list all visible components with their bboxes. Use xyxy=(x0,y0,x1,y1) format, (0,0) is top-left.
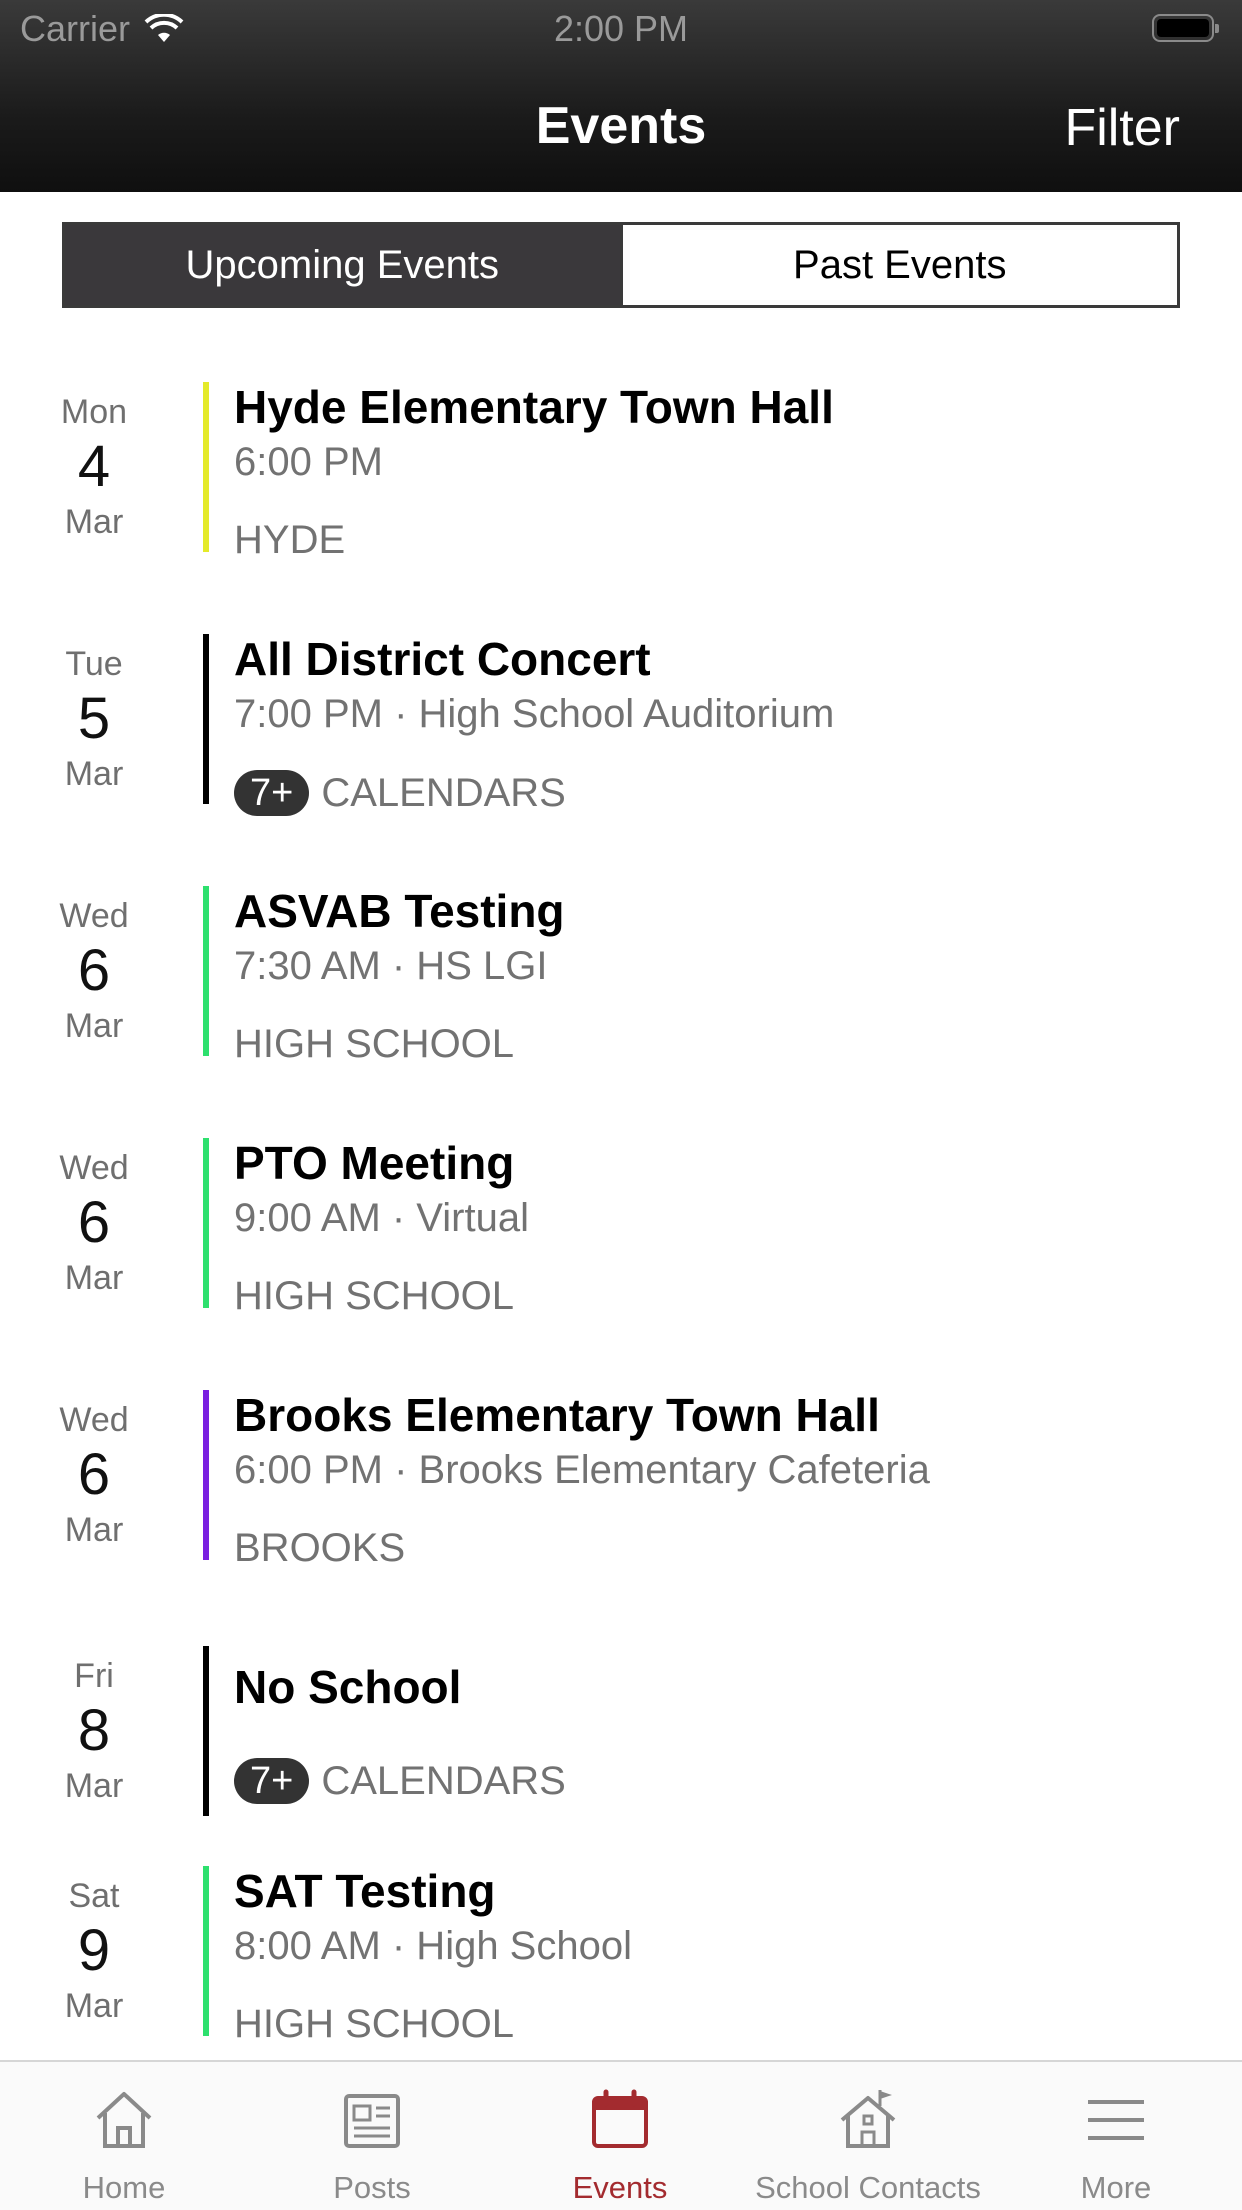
event-date: Tue 5 Mar xyxy=(40,642,148,796)
tab-more[interactable]: More xyxy=(992,2062,1240,2210)
event-month: Mar xyxy=(64,755,124,793)
event-date: Sat 9 Mar xyxy=(40,1874,148,2028)
event-row[interactable]: Fri 8 Mar No School 7+ CALENDARS xyxy=(0,1646,1242,1824)
event-weekday: Tue xyxy=(65,645,123,683)
event-title: All District Concert xyxy=(234,633,651,685)
calendar-color-bar xyxy=(203,382,209,552)
event-date: Mon 4 Mar xyxy=(40,390,148,544)
event-date: Wed 6 Mar xyxy=(40,1146,148,1300)
calendar-color-bar xyxy=(203,1866,209,2036)
home-icon xyxy=(96,2092,152,2148)
calendar-color-bar xyxy=(203,1138,209,1308)
tab-label: More xyxy=(1080,2170,1152,2205)
event-row[interactable]: Wed 6 Mar ASVAB Testing 7:30 AM · HS LGI… xyxy=(0,885,1242,1067)
menu-icon xyxy=(1088,2100,1144,2140)
calendar-icon xyxy=(592,2089,648,2148)
event-month: Mar xyxy=(64,1259,124,1297)
calendar-label: HYDE xyxy=(234,518,346,562)
event-title: ASVAB Testing xyxy=(234,885,565,937)
event-calendar: HYDE xyxy=(234,518,345,563)
event-day: 6 xyxy=(77,1442,111,1507)
event-row[interactable]: Mon 4 Mar Hyde Elementary Town Hall 6:00… xyxy=(0,381,1242,563)
event-row[interactable]: Tue 5 Mar All District Concert 7:00 PM ·… xyxy=(0,633,1242,816)
event-time: 6:00 PM · Brooks Elementary Cafeteria xyxy=(234,1448,930,1492)
calendar-count-badge: 7+ xyxy=(234,770,310,816)
event-weekday: Mon xyxy=(60,393,128,431)
calendar-color-bar xyxy=(203,634,209,804)
tab-posts[interactable]: Posts xyxy=(248,2062,496,2210)
tab-label: School Contacts xyxy=(755,2170,981,2205)
event-day: 9 xyxy=(77,1918,111,1983)
event-month: Mar xyxy=(64,1007,124,1045)
calendar-color-bar xyxy=(203,886,209,1056)
battery-icon xyxy=(1152,14,1219,42)
event-time: 6:00 PM xyxy=(234,440,383,484)
event-date: Wed 6 Mar xyxy=(40,894,148,1048)
event-calendar: HIGH SCHOOL xyxy=(234,1274,514,1319)
school-icon xyxy=(840,2090,896,2148)
event-row[interactable]: Sat 9 Mar SAT Testing 8:00 AM · High Sch… xyxy=(0,1865,1242,2047)
past-events-tab[interactable]: Past Events xyxy=(619,225,1177,305)
tab-label: Posts xyxy=(333,2170,411,2205)
event-month: Mar xyxy=(64,503,124,541)
event-calendar: 7+ CALENDARS xyxy=(234,770,566,816)
event-calendar: HIGH SCHOOL xyxy=(234,1022,514,1067)
tab-school-contacts[interactable]: School Contacts xyxy=(744,2062,992,2210)
calendar-count-badge: 7+ xyxy=(234,1758,310,1804)
event-time: 8:00 AM · High School xyxy=(234,1924,632,1968)
event-weekday: Sat xyxy=(68,1877,120,1915)
navigation-bar: Carrier 2:00 PM Events Filter xyxy=(0,0,1242,192)
calendar-label: HIGH SCHOOL xyxy=(234,2002,515,2046)
tab-home[interactable]: Home xyxy=(0,2062,248,2210)
event-date: Fri 8 Mar xyxy=(40,1654,148,1808)
calendar-label: HIGH SCHOOL xyxy=(234,1022,515,1066)
calendar-label: CALENDARS xyxy=(321,770,566,815)
status-time: 2:00 PM xyxy=(553,8,689,49)
event-title: No School xyxy=(234,1661,462,1713)
event-row[interactable]: Wed 6 Mar PTO Meeting 9:00 AM · Virtual … xyxy=(0,1137,1242,1319)
event-calendar: 7+ CALENDARS xyxy=(234,1758,566,1804)
filter-button[interactable]: Filter xyxy=(1064,98,1180,158)
event-title: PTO Meeting xyxy=(234,1137,515,1189)
event-time: 7:00 PM · High School Auditorium xyxy=(234,692,835,736)
page-title: Events xyxy=(535,97,707,155)
event-weekday: Wed xyxy=(59,1149,129,1187)
newspaper-icon xyxy=(344,2094,400,2148)
calendar-label: CALENDARS xyxy=(321,1758,566,1803)
event-time: 9:00 AM · Virtual xyxy=(234,1196,529,1240)
event-weekday: Wed xyxy=(59,897,129,935)
event-date: Wed 6 Mar xyxy=(40,1398,148,1552)
event-title: SAT Testing xyxy=(234,1865,496,1917)
event-day: 5 xyxy=(77,686,111,751)
event-weekday: Fri xyxy=(74,1657,114,1695)
event-weekday: Wed xyxy=(59,1401,129,1439)
event-month: Mar xyxy=(64,1511,124,1549)
calendar-color-bar xyxy=(203,1646,209,1816)
event-time: 7:30 AM · HS LGI xyxy=(234,944,548,988)
event-calendar: HIGH SCHOOL xyxy=(234,2002,514,2047)
event-row[interactable]: Wed 6 Mar Brooks Elementary Town Hall 6:… xyxy=(0,1389,1242,1571)
calendar-label: BROOKS xyxy=(234,1526,406,1570)
tab-label: Home xyxy=(82,2170,166,2205)
event-month: Mar xyxy=(64,1767,124,1805)
tab-events[interactable]: Events xyxy=(496,2062,744,2210)
tab-label: Events xyxy=(572,2170,668,2205)
event-day: 4 xyxy=(77,434,111,499)
event-day: 6 xyxy=(77,938,111,1003)
event-calendar: BROOKS xyxy=(234,1526,405,1571)
upcoming-events-tab[interactable]: Upcoming Events xyxy=(65,225,620,305)
event-title: Hyde Elementary Town Hall xyxy=(234,381,834,433)
event-day: 8 xyxy=(77,1698,111,1763)
calendar-label: HIGH SCHOOL xyxy=(234,1274,515,1318)
event-day: 6 xyxy=(77,1190,111,1255)
event-title: Brooks Elementary Town Hall xyxy=(234,1389,880,1441)
events-segmented-control: Upcoming Events Past Events xyxy=(62,222,1180,308)
tab-bar: Home Posts Events School Contacts More xyxy=(0,2060,1242,2210)
calendar-color-bar xyxy=(203,1390,209,1560)
event-month: Mar xyxy=(64,1987,124,2025)
